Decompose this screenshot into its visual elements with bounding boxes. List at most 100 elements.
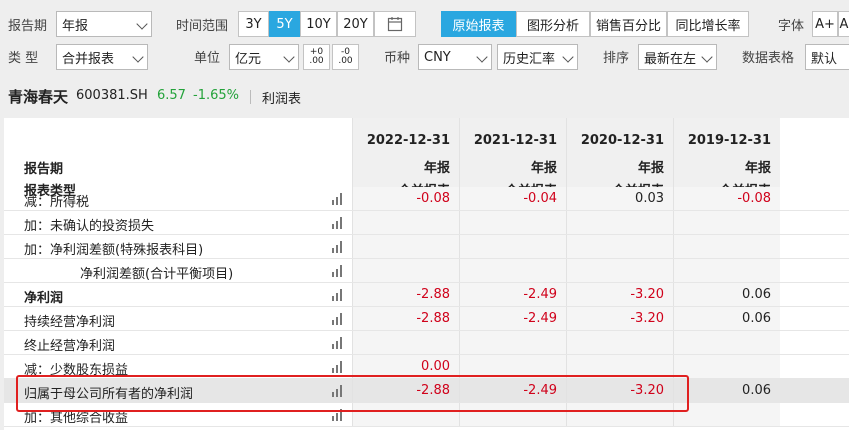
table-row[interactable]: 加：净利润差额(特殊报表科目) [4, 235, 849, 259]
table-row[interactable]: 净利润 -2.88 -2.49 -3.20 0.06 [4, 283, 849, 307]
range-20y-button[interactable]: 20Y [337, 11, 374, 37]
table-row[interactable]: 减：所得税 -0.08 -0.04 0.03 -0.08 [4, 187, 849, 211]
type-label: 类 型 [8, 51, 39, 66]
bar-chart-icon[interactable] [332, 313, 344, 325]
table-row[interactable]: 加：未确认的投资损失 [4, 211, 849, 235]
table-row[interactable]: 持续经营净利润 -2.88 -2.49 -3.20 0.06 [4, 307, 849, 331]
table-row[interactable]: 净利润差额(合计平衡项目) [4, 259, 849, 283]
period-select-value: 年报 [62, 18, 89, 34]
cell-value: -2.49 [523, 287, 557, 302]
bar-chart-icon-bar [340, 217, 342, 229]
tab-yoy-growth[interactable]: 同比增长率 [667, 11, 749, 37]
range-5y-button[interactable]: 5Y [269, 11, 300, 37]
row-label: 持续经营净利润 [24, 315, 116, 330]
bar-chart-icon[interactable] [332, 289, 344, 301]
bar-chart-icon-bar [332, 416, 334, 421]
bar-chart-icon-bar [336, 341, 338, 349]
cell-value: 0.06 [742, 383, 771, 398]
chevron-down-icon [701, 51, 713, 63]
font-label: 字体 [778, 19, 805, 34]
cell-value: -2.88 [416, 287, 450, 302]
bar-chart-icon[interactable] [332, 241, 344, 253]
table-cell: 0.06 [673, 379, 780, 402]
bar-chart-icon-bar [336, 317, 338, 325]
column-period: 年报 [744, 161, 771, 176]
currency-label: 币种 [384, 51, 411, 66]
unit-label: 单位 [194, 51, 221, 66]
tab-raw-statement[interactable]: 原始报表 [441, 11, 516, 37]
highlight-box [16, 375, 689, 412]
stock-change: -1.65% [193, 88, 239, 103]
column-date: 2021-12-31 [473, 133, 557, 148]
table-format-select[interactable]: 默认 [805, 44, 849, 70]
header-label-period: 报告期 [24, 162, 64, 177]
table-cell [459, 235, 566, 258]
chevron-down-icon [132, 51, 144, 63]
tab-sales-percent[interactable]: 销售百分比 [590, 11, 667, 37]
table-cell: -2.49 [459, 307, 566, 330]
table-cell [673, 331, 780, 354]
tab-chart-analysis[interactable]: 图形分析 [516, 11, 590, 37]
table-cell [673, 355, 780, 378]
bar-chart-icon[interactable] [332, 361, 344, 373]
bar-chart-icon-bar [332, 344, 334, 349]
type-select-value: 合并报表 [62, 51, 115, 67]
chevron-down-icon [136, 18, 148, 30]
bar-chart-icon-bar [340, 361, 342, 373]
column-date: 2019-12-31 [687, 133, 771, 148]
exchange-rate-select[interactable]: 历史汇率 [497, 44, 578, 70]
cell-value: -0.08 [737, 191, 771, 206]
cell-value: 0.00 [421, 359, 450, 374]
decimal-increase-button[interactable]: +0 .00 [303, 44, 330, 70]
table-cell [352, 259, 459, 282]
unit-select[interactable]: 亿元 [229, 44, 299, 70]
type-select[interactable]: 合并报表 [56, 44, 148, 70]
bar-chart-icon[interactable] [332, 337, 344, 349]
font-increase-button[interactable]: A+ [812, 11, 838, 37]
font-decrease-button[interactable]: A [838, 11, 849, 37]
table-row[interactable]: 终止经营净利润 [4, 331, 849, 355]
table-cell: -3.20 [566, 283, 673, 306]
bar-chart-icon-bar [336, 197, 338, 205]
bar-chart-icon-bar [332, 296, 334, 301]
stock-code: 600381.SH [76, 88, 148, 103]
table-cell: 0.06 [673, 283, 780, 306]
stock-title-bar: 青海春天 600381.SH 6.57 -1.65% 利润表 [0, 86, 849, 108]
bar-chart-icon-bar [340, 289, 342, 301]
range-label: 时间范围 [176, 19, 229, 34]
table-cell [673, 211, 780, 234]
chevron-down-icon [283, 51, 295, 63]
calendar-button[interactable] [374, 11, 416, 37]
statement-name: 利润表 [262, 92, 302, 107]
table-cell: -2.49 [459, 283, 566, 306]
period-label: 报告期 [8, 19, 48, 34]
table-cell: -0.04 [459, 187, 566, 210]
range-10y-button[interactable]: 10Y [300, 11, 337, 37]
stock-price: 6.57 [157, 88, 186, 103]
row-label: 减：所得税 [24, 195, 90, 210]
bar-chart-icon-bar [340, 241, 342, 253]
toolbar-row-1: 报告期 年报 时间范围 3Y 5Y 10Y 20Y 原始报表 图形分析 销售百分… [0, 8, 849, 40]
bar-chart-icon[interactable] [332, 193, 344, 205]
bar-chart-icon-bar [332, 272, 334, 277]
currency-select-value: CNY [424, 49, 451, 65]
period-select[interactable]: 年报 [56, 11, 152, 37]
sort-label: 排序 [603, 51, 630, 66]
table-format-select-value: 默认 [811, 51, 838, 67]
table-cell [673, 403, 780, 426]
row-label: 加：未确认的投资损失 [24, 219, 155, 234]
sort-select[interactable]: 最新在左 [638, 44, 717, 70]
range-3y-button[interactable]: 3Y [238, 11, 269, 37]
table-cell [566, 259, 673, 282]
table-cell [673, 235, 780, 258]
bar-chart-icon[interactable] [332, 265, 344, 277]
decimal-decrease-button[interactable]: -0 .00 [332, 44, 359, 70]
bar-chart-icon-bar [340, 313, 342, 325]
bar-chart-icon-bar [336, 269, 338, 277]
exchange-rate-select-value: 历史汇率 [503, 51, 556, 67]
table-cell: -3.20 [566, 307, 673, 330]
bar-chart-icon[interactable] [332, 217, 344, 229]
bar-chart-icon-bar [332, 248, 334, 253]
currency-select[interactable]: CNY [418, 44, 492, 70]
bar-chart-icon-bar [340, 337, 342, 349]
